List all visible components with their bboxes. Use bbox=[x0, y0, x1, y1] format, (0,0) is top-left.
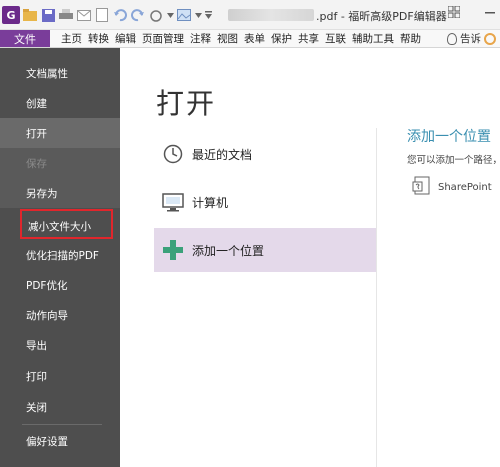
sidebar-item-save-as[interactable]: 另存为 bbox=[0, 178, 120, 208]
print-icon[interactable] bbox=[58, 7, 74, 23]
add-place-description: 您可以添加一个路径， bbox=[407, 155, 500, 166]
layout-icon[interactable] bbox=[447, 5, 461, 21]
sidebar-item-label: 另存为 bbox=[26, 187, 58, 200]
sidebar-item-label: 导出 bbox=[26, 339, 47, 352]
tell-me-label: 告诉 bbox=[460, 33, 481, 45]
redo-icon[interactable] bbox=[130, 7, 146, 23]
clock-icon bbox=[162, 143, 184, 165]
menu-comment[interactable]: 注释 bbox=[187, 31, 214, 46]
open-option-recent-documents[interactable]: 最近的文档 bbox=[154, 132, 376, 176]
menu-tabs: 主页 转换 编辑 页面管理 注释 视图 表单 保护 共享 互联 辅助工具 帮助 bbox=[50, 30, 424, 47]
image-icon[interactable] bbox=[176, 7, 192, 23]
sidebar-item-label: PDF优化 bbox=[26, 279, 68, 292]
open-option-add-place[interactable]: 添加一个位置 bbox=[154, 228, 376, 272]
open-option-computer[interactable]: 计算机 bbox=[154, 180, 376, 224]
add-place-title: 添加一个位置 bbox=[407, 129, 491, 145]
new-document-icon[interactable] bbox=[94, 7, 110, 23]
sidebar-item-document-properties[interactable]: 文档属性 bbox=[0, 58, 120, 88]
sidebar-item-pdf-optimize[interactable]: PDF优化 bbox=[0, 270, 120, 300]
window-title: .pdf - 福昕高级PDF编辑器 bbox=[316, 10, 447, 23]
sidebar-item-label: 创建 bbox=[26, 97, 47, 110]
hand-tool-icon[interactable] bbox=[148, 7, 164, 23]
sidebar-divider bbox=[22, 424, 102, 425]
sidebar-item-label: 打开 bbox=[26, 127, 47, 140]
tell-me-area[interactable]: 告诉 bbox=[447, 31, 496, 46]
app-logo-icon: G bbox=[2, 6, 20, 24]
open-option-label: 最近的文档 bbox=[192, 147, 253, 162]
sidebar-item-label: 文档属性 bbox=[26, 67, 68, 80]
page-title: 打开 bbox=[156, 87, 217, 120]
account-icon[interactable] bbox=[484, 32, 496, 45]
dropdown-arrow-icon[interactable] bbox=[166, 7, 174, 23]
sharepoint-label: SharePoint bbox=[438, 182, 492, 193]
sidebar-item-label: 关闭 bbox=[26, 401, 47, 414]
menu-file[interactable]: 文件 bbox=[0, 30, 50, 47]
customize-toolbar-icon[interactable] bbox=[204, 7, 212, 23]
sidebar-item-preferences[interactable]: 偏好设置 bbox=[0, 426, 120, 456]
blurred-filename bbox=[228, 9, 314, 21]
red-highlight-box bbox=[20, 209, 113, 239]
sidebar-item-open[interactable]: 打开 bbox=[0, 118, 120, 148]
lightbulb-icon bbox=[447, 32, 457, 45]
open-option-label: 添加一个位置 bbox=[192, 243, 265, 258]
sidebar-item-label: 打印 bbox=[26, 370, 47, 383]
sidebar-item-save[interactable]: 保存 bbox=[0, 148, 120, 178]
email-icon[interactable] bbox=[76, 7, 92, 23]
dropdown-arrow-icon[interactable] bbox=[194, 7, 202, 23]
menu-bar: 文件 主页 转换 编辑 页面管理 注释 视图 表单 保护 共享 互联 辅助工具 … bbox=[0, 30, 500, 48]
main-panel: 打开 最近的文档 计算机 添加一个位置 添加一个位置 您可以添加一个路径， Sh… bbox=[120, 48, 500, 467]
quick-access-toolbar: G bbox=[2, 4, 212, 26]
menu-form[interactable]: 表单 bbox=[241, 31, 268, 46]
menu-view[interactable]: 视图 bbox=[214, 31, 241, 46]
sharepoint-option[interactable]: SharePoint bbox=[412, 176, 492, 199]
menu-accessibility[interactable]: 辅助工具 bbox=[349, 31, 397, 46]
menu-convert[interactable]: 转换 bbox=[85, 31, 112, 46]
menu-page-management[interactable]: 页面管理 bbox=[139, 31, 187, 46]
title-bar: G .pdf - 福昕高级PDF编辑器 bbox=[0, 0, 500, 30]
panel-divider bbox=[376, 128, 377, 467]
sidebar-item-label: 动作向导 bbox=[26, 309, 68, 322]
sidebar-item-close[interactable]: 关闭 bbox=[0, 392, 120, 422]
sidebar-item-export[interactable]: 导出 bbox=[0, 330, 120, 360]
sidebar-item-optimize-scanned-pdf[interactable]: 优化扫描的PDF bbox=[0, 240, 120, 270]
sharepoint-icon bbox=[412, 176, 432, 199]
backstage-sidebar: 文档属性 创建 打开 保存 另存为 减小文件大小 优化扫描的PDF PDF优化 … bbox=[0, 48, 120, 467]
open-option-label: 计算机 bbox=[192, 195, 229, 210]
sidebar-item-label: 优化扫描的PDF bbox=[26, 249, 99, 262]
sidebar-item-create[interactable]: 创建 bbox=[0, 88, 120, 118]
menu-home[interactable]: 主页 bbox=[58, 31, 85, 46]
sidebar-item-print[interactable]: 打印 bbox=[0, 361, 120, 391]
menu-edit[interactable]: 编辑 bbox=[112, 31, 139, 46]
menu-share[interactable]: 共享 bbox=[295, 31, 322, 46]
plus-icon bbox=[162, 239, 184, 261]
save-icon[interactable] bbox=[40, 7, 56, 23]
sidebar-item-label: 保存 bbox=[26, 157, 47, 170]
computer-icon bbox=[162, 191, 184, 213]
menu-connect[interactable]: 互联 bbox=[322, 31, 349, 46]
open-folder-icon[interactable] bbox=[22, 7, 38, 23]
minimize-icon[interactable] bbox=[484, 4, 496, 21]
undo-icon[interactable] bbox=[112, 7, 128, 23]
menu-help[interactable]: 帮助 bbox=[397, 31, 424, 46]
sidebar-item-action-wizard[interactable]: 动作向导 bbox=[0, 300, 120, 330]
sidebar-item-label: 偏好设置 bbox=[26, 435, 68, 448]
menu-protect[interactable]: 保护 bbox=[268, 31, 295, 46]
